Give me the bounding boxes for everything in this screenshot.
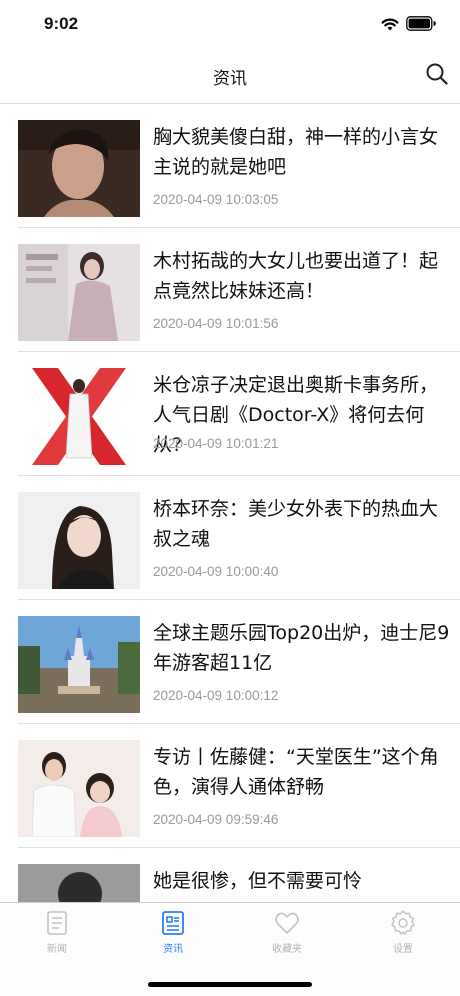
news-timestamp: 2020-04-09 09:59:46 [153,812,279,827]
news-title: 她是很惨，但不需要可怜 [153,870,363,892]
news-thumbnail [18,120,140,217]
info-icon [162,911,184,935]
tab-favorites[interactable]: 收藏夹 [242,909,332,955]
heart-icon [275,912,299,934]
news-thumbnail [18,368,140,465]
news-timestamp: 2020-04-09 10:01:21 [153,436,279,451]
news-title: 胸大貌美傻白甜，神一样的小言女主说的就是她吧 [153,126,439,178]
wifi-icon [381,18,399,31]
news-timestamp: 2020-04-09 10:00:40 [153,564,279,579]
news-timestamp: 2020-04-09 10:01:56 [153,316,279,331]
news-icon [47,911,67,935]
news-timestamp: 2020-04-09 10:00:12 [153,688,279,703]
news-item[interactable]: 专访丨佐藤健：“天堂医生”这个角色，演得人通体舒畅 2020-04-09 09:… [18,724,460,848]
tab-label: 设置 [393,944,413,955]
news-list[interactable]: 胸大貌美傻白甜，神一样的小言女主说的就是她吧 2020-04-09 10:03:… [0,104,460,902]
tab-info[interactable]: 资讯 [128,909,218,955]
tab-settings[interactable]: 设置 [358,909,448,955]
news-thumbnail [18,492,140,589]
news-title: 桥本环奈：美少女外表下的热血大叔之魂 [153,498,439,550]
tab-label: 资讯 [163,944,183,955]
news-thumbnail [18,864,140,902]
news-item[interactable]: 木村拓哉的大女儿也要出道了！起点竟然比妹妹还高！ 2020-04-09 10:0… [18,228,460,352]
news-item[interactable]: 她是很惨，但不需要可怜 [18,848,460,902]
battery-icon [406,16,436,31]
news-item[interactable]: 米仓凉子决定退出奥斯卡事务所，人气日剧《Doctor-X》将何去何从? 2020… [18,352,460,476]
status-time: 9:02 [44,14,79,33]
tab-news[interactable]: 新闻 [12,909,102,955]
home-indicator[interactable] [148,982,312,987]
tab-label: 新闻 [47,944,67,955]
gear-icon [391,910,415,935]
news-thumbnail [18,740,140,837]
nav-bar: 资讯 [0,50,460,104]
news-item[interactable]: 全球主题乐园Top20出炉，迪士尼9年游客超11亿 2020-04-09 10:… [18,600,460,724]
status-bar: 9:02 [0,0,460,50]
news-timestamp: 2020-04-09 10:03:05 [153,192,279,207]
page-title: 资讯 [213,69,247,89]
news-item[interactable]: 桥本环奈：美少女外表下的热血大叔之魂 2020-04-09 10:00:40 [18,476,460,600]
news-thumbnail [18,616,140,713]
news-title: 专访丨佐藤健：“天堂医生”这个角色，演得人通体舒畅 [153,746,439,798]
search-icon[interactable] [424,61,450,87]
news-title: 木村拓哉的大女儿也要出道了！起点竟然比妹妹还高！ [153,250,439,302]
news-title: 全球主题乐园Top20出炉，迪士尼9年游客超11亿 [153,622,450,674]
news-item[interactable]: 胸大貌美傻白甜，神一样的小言女主说的就是她吧 2020-04-09 10:03:… [18,104,460,228]
news-thumbnail [18,244,140,341]
tab-label: 收藏夹 [272,944,302,955]
